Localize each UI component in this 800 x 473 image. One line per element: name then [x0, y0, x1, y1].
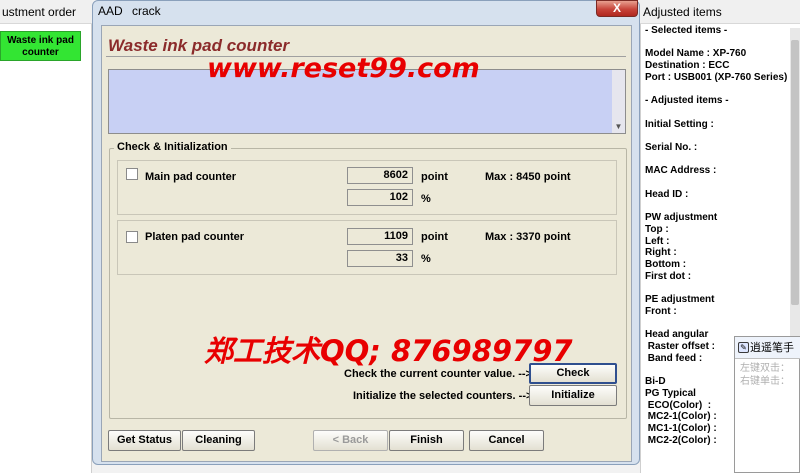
- right-pane-scrollbar-thumb[interactable]: [791, 40, 799, 305]
- scroll-down-icon[interactable]: ▼: [612, 121, 625, 133]
- list-item-waste-ink-pad-counter[interactable]: Waste ink pad counter: [0, 31, 81, 61]
- group-label: Check & Initialization: [114, 140, 231, 154]
- cleaning-button[interactable]: Cleaning: [182, 430, 255, 451]
- main-pad-checkbox[interactable]: [126, 168, 138, 180]
- watermark-url: www.reset99.com: [207, 53, 480, 84]
- watermark-qq: 郑工技术QQ; 876989797: [204, 334, 573, 368]
- cancel-button[interactable]: Cancel: [469, 430, 544, 451]
- back-button[interactable]: < Back: [313, 430, 388, 451]
- check-button[interactable]: Check: [529, 363, 617, 384]
- main-pad-label: Main pad counter: [145, 171, 237, 183]
- check-hint: Check the current counter value. -->: [344, 368, 532, 380]
- close-button[interactable]: X: [596, 0, 638, 17]
- main-pad-point-unit: point: [421, 171, 448, 183]
- platen-pad-checkbox[interactable]: [126, 231, 138, 243]
- platen-pad-label: Platen pad counter: [145, 231, 245, 243]
- platen-pad-percent-value: 33: [347, 250, 413, 267]
- left-pane-title: ustment order: [0, 0, 92, 24]
- initialize-button[interactable]: Initialize: [529, 385, 617, 406]
- pen-app-icon: ✎: [738, 342, 749, 353]
- popup-text: 左键双击： 右键单击：: [740, 363, 790, 387]
- get-status-button[interactable]: Get Status: [108, 430, 181, 451]
- initialize-hint: Initialize the selected counters. -->: [353, 390, 533, 402]
- dialog-title: AAD crack: [98, 4, 161, 18]
- main-pad-max: Max : 8450 point: [485, 171, 571, 183]
- platen-pad-point-unit: point: [421, 231, 448, 243]
- platen-pad-percent-unit: %: [421, 253, 431, 265]
- right-pane-title: Adjusted items: [640, 0, 800, 24]
- platen-pad-point-value: 1109: [347, 228, 413, 245]
- main-pad-point-value: 8602: [347, 167, 413, 184]
- finish-button[interactable]: Finish: [389, 430, 464, 451]
- main-pad-percent-unit: %: [421, 193, 431, 205]
- left-pane: [0, 0, 92, 473]
- main-pad-percent-value: 102: [347, 189, 413, 206]
- platen-pad-max: Max : 3370 point: [485, 231, 571, 243]
